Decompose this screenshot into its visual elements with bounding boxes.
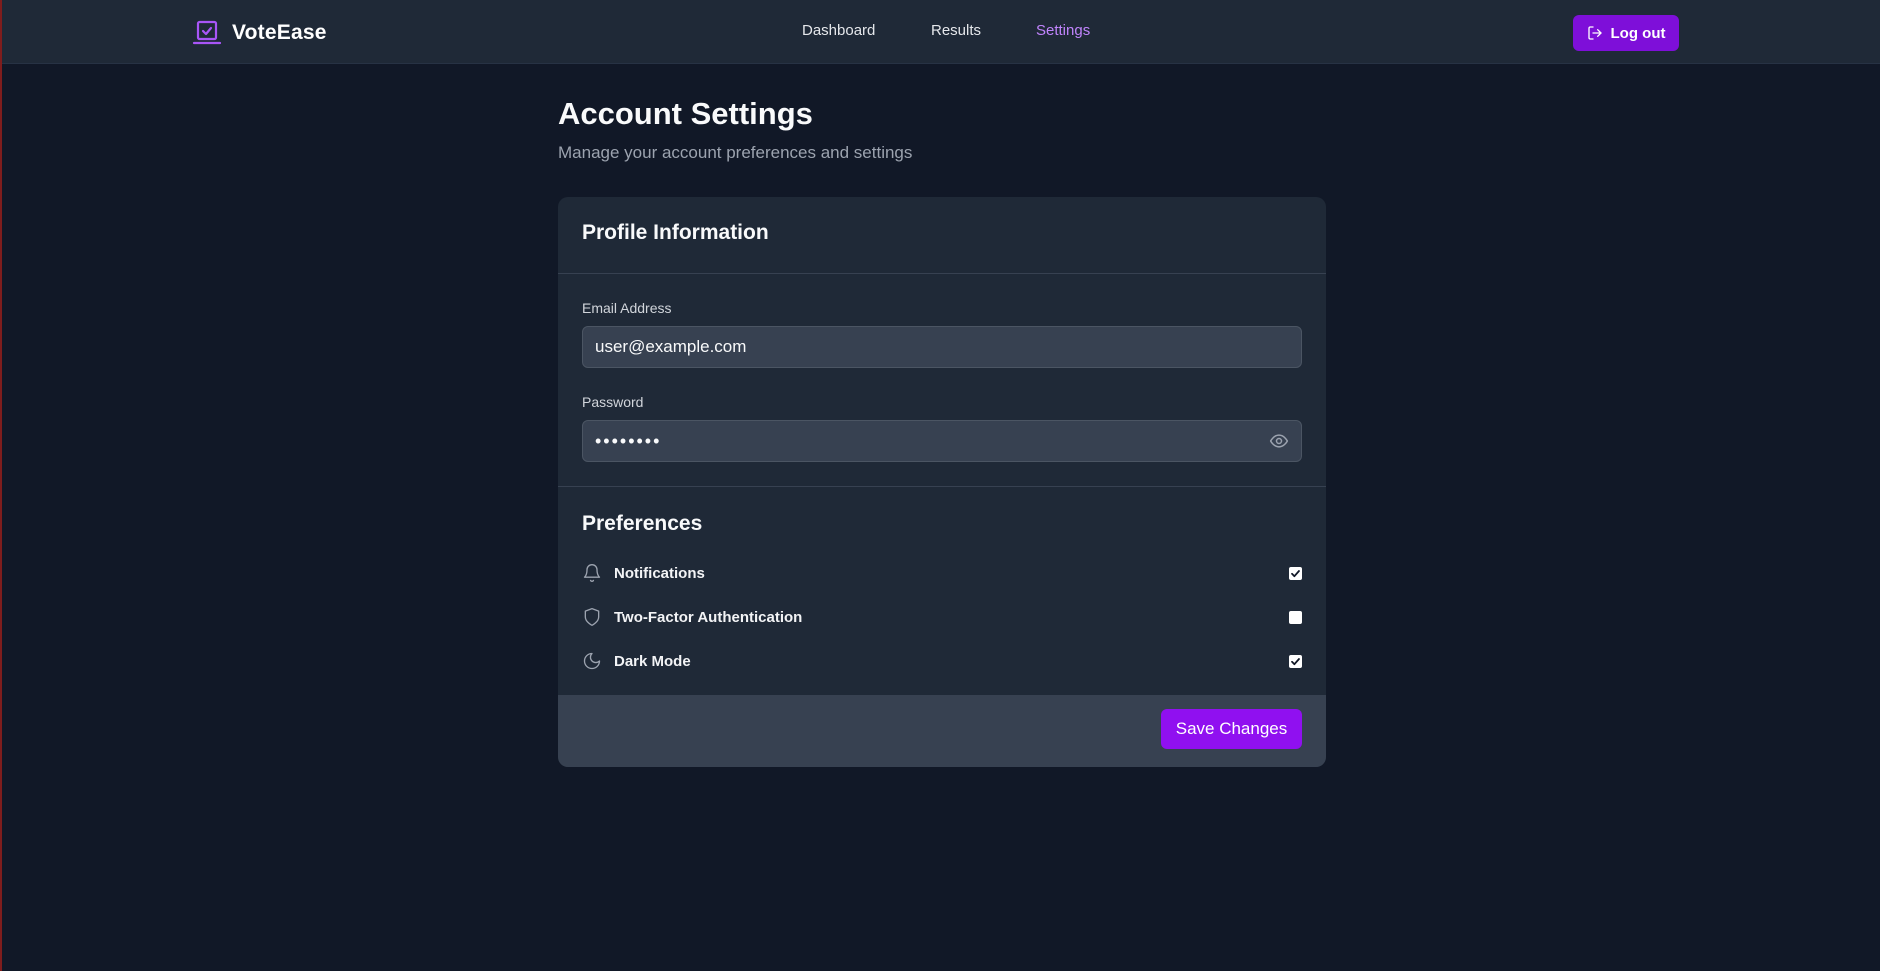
preferences-section-title: Preferences	[582, 512, 703, 535]
password-value: ••••••••	[595, 430, 662, 451]
nav-item-dashboard[interactable]: Dashboard	[802, 22, 875, 39]
log-out-icon	[1587, 26, 1602, 40]
section-divider	[558, 486, 1326, 487]
moon-icon	[583, 652, 601, 670]
password-label: Password	[582, 394, 644, 410]
dark-mode-checkbox[interactable]	[1289, 654, 1302, 668]
page-subtitle: Manage your account preferences and sett…	[558, 143, 913, 162]
profile-section-title: Profile Information	[582, 221, 769, 244]
dark-mode-label: Dark Mode	[614, 652, 691, 670]
profile-header: Profile Information	[558, 197, 1326, 274]
logout-button[interactable]: Log out	[1573, 15, 1679, 51]
two-factor-checkbox[interactable]	[1289, 610, 1302, 624]
preference-row-notifications: Notifications	[582, 560, 1302, 586]
window-edge	[0, 0, 2, 971]
card-footer: Save Changes	[558, 695, 1326, 767]
eye-icon[interactable]	[1269, 431, 1289, 451]
email-field[interactable]: user@example.com	[582, 326, 1302, 368]
email-value: user@example.com	[595, 337, 747, 356]
top-navbar: VoteEase Dashboard Results Settings Log …	[2, 0, 1880, 64]
notifications-checkbox[interactable]	[1289, 566, 1302, 580]
checkmark-icon	[1291, 657, 1300, 665]
preference-row-dark-mode: Dark Mode	[582, 648, 1302, 674]
shield-icon	[584, 608, 600, 626]
two-factor-label: Two-Factor Authentication	[614, 608, 803, 626]
save-changes-button[interactable]: Save Changes	[1161, 709, 1302, 749]
bell-icon	[583, 564, 601, 582]
nav-item-settings[interactable]: Settings	[1036, 22, 1090, 39]
nav-item-results[interactable]: Results	[931, 22, 981, 39]
notifications-label: Notifications	[614, 564, 705, 582]
password-field[interactable]: ••••••••	[582, 420, 1302, 462]
settings-card: Profile Information Email Address user@e…	[558, 197, 1326, 767]
preference-row-two-factor: Two-Factor Authentication	[582, 604, 1302, 630]
page-title: Account Settings	[558, 96, 813, 131]
checkmark-icon	[1291, 569, 1300, 577]
logout-label: Log out	[1610, 24, 1666, 42]
email-label: Email Address	[582, 300, 672, 316]
